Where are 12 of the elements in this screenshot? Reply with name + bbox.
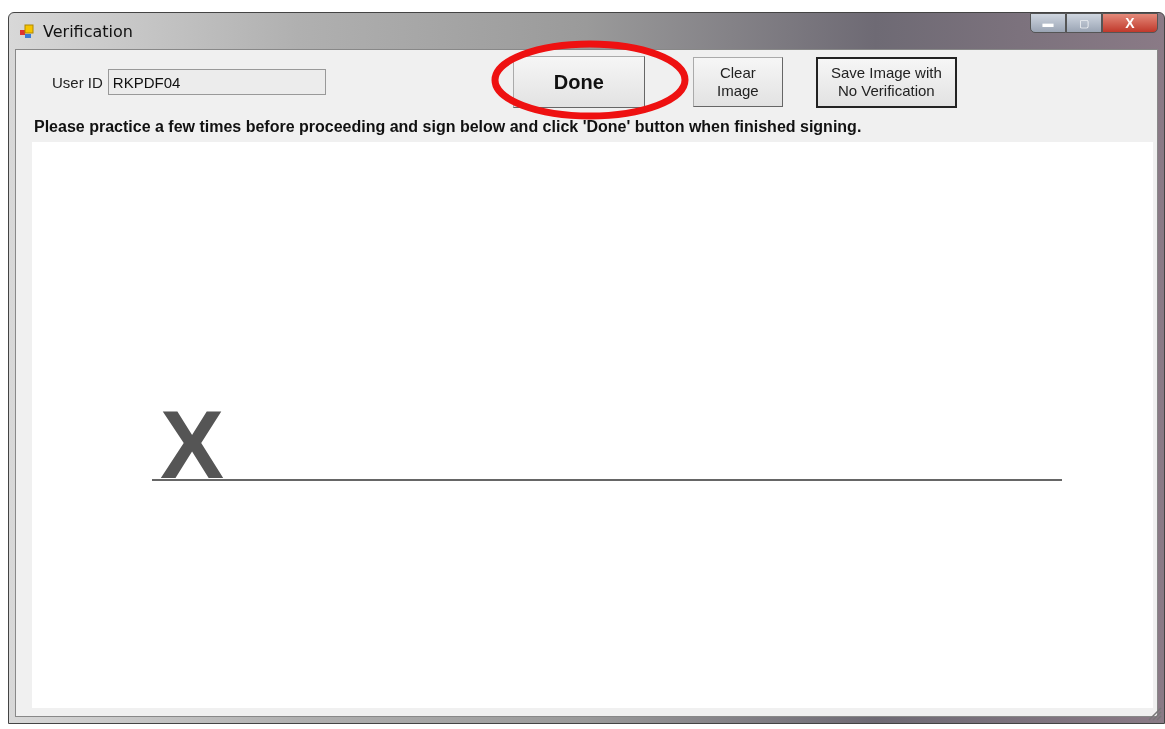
close-button[interactable]: X <box>1102 13 1158 33</box>
window-title: Verification <box>43 21 133 41</box>
save-image-button[interactable]: Save Image with No Verification <box>815 56 957 108</box>
user-id-label: User ID <box>52 73 103 91</box>
app-icon <box>19 23 35 39</box>
signature-pad[interactable]: X <box>32 142 1153 708</box>
instruction-text: Please practice a few times before proceeding and sign below and click 'Done' button when finished signing. <box>34 118 863 136</box>
done-button[interactable]: Done <box>512 56 645 108</box>
user-id-field[interactable]: RKPDF04 <box>107 69 326 95</box>
clear-image-button[interactable]: Clear Image <box>692 57 783 107</box>
resize-grip-icon <box>1148 707 1162 721</box>
sign-here-mark: X <box>160 407 225 479</box>
